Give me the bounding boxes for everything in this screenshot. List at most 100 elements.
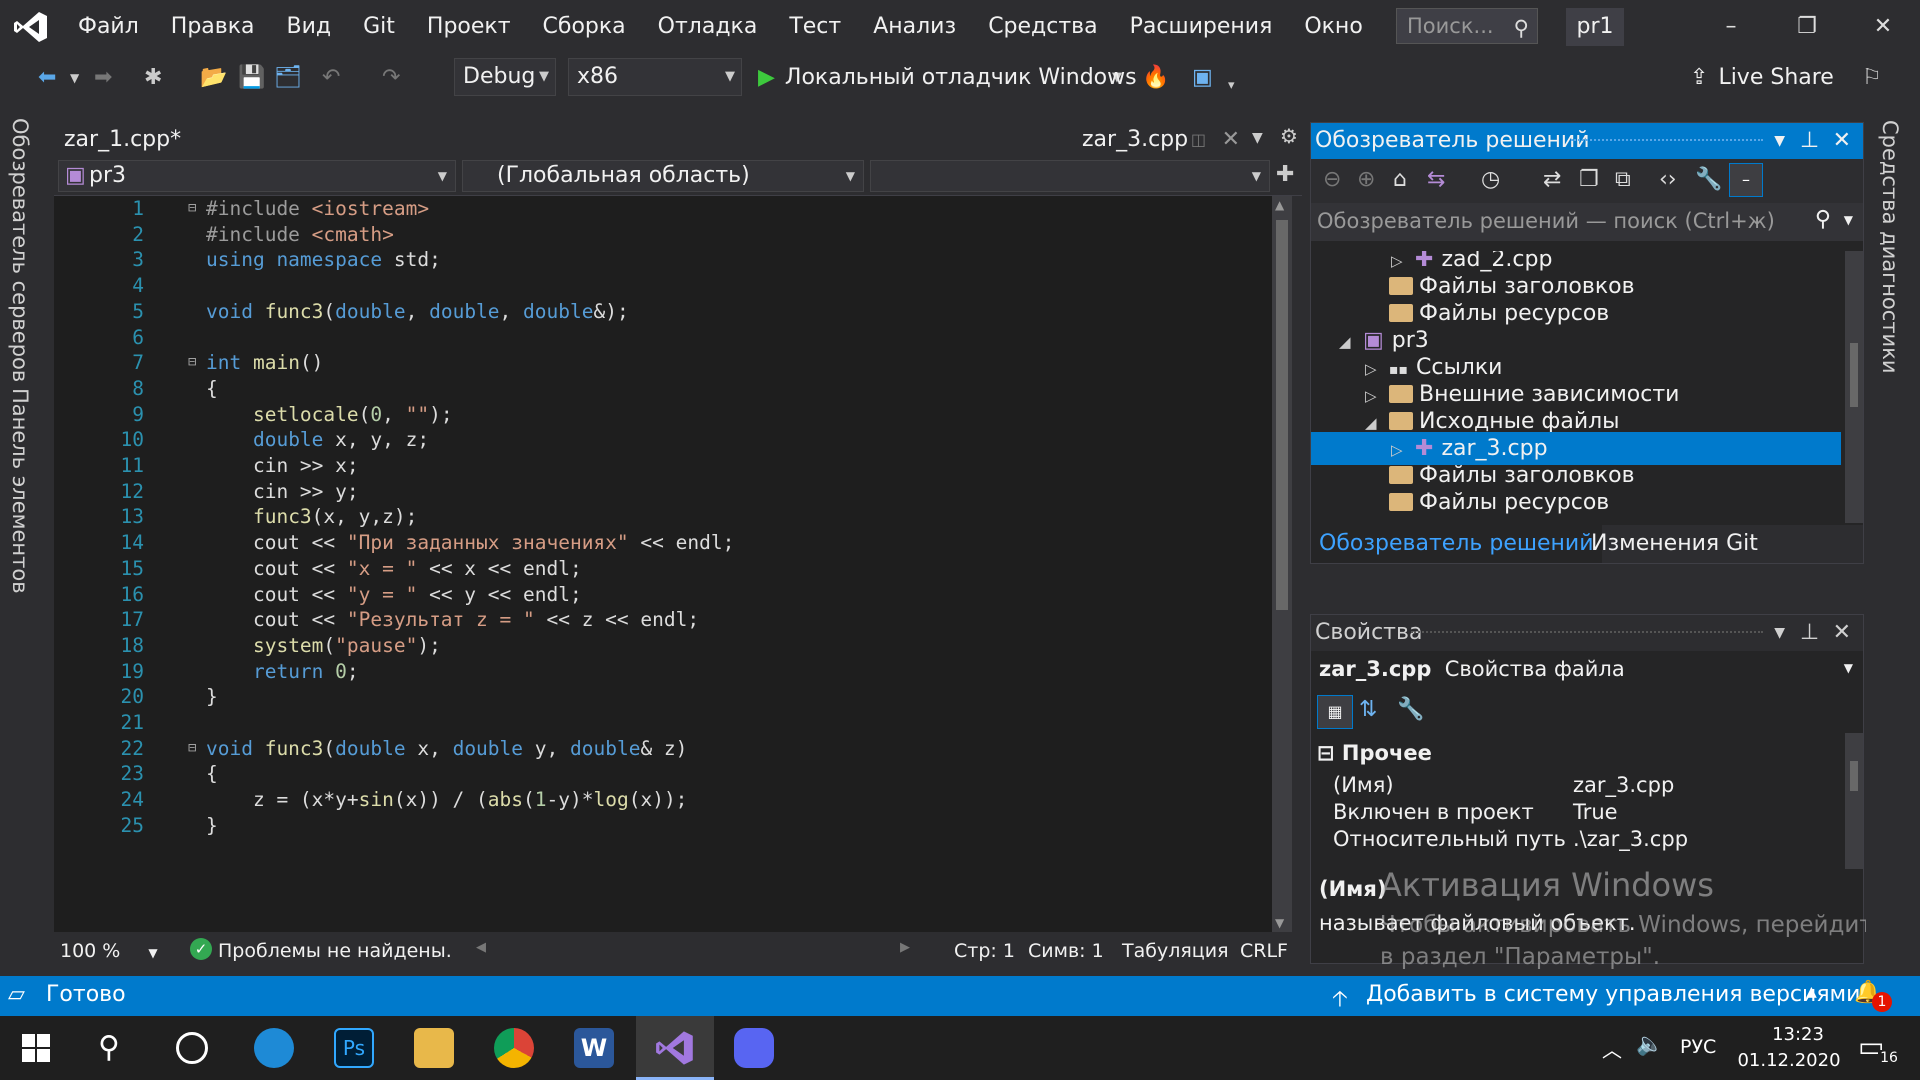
code-line[interactable]: 3 using namespace std; — [84, 247, 1272, 273]
property-value[interactable]: .\zar_3.cpp — [1573, 823, 1688, 856]
property-object-select[interactable]: zar_3.cpp Свойства файла ▼ — [1319, 657, 1857, 687]
zoom-select[interactable]: 100 % ▼ — [60, 940, 158, 962]
toolbar-overflow-icon[interactable]: ▾ — [1228, 72, 1235, 100]
eol-indicator[interactable]: CRLF — [1240, 940, 1288, 962]
tab-zar1[interactable]: zar_1.cpp* — [64, 122, 181, 158]
file-explorer-icon[interactable] — [414, 1028, 454, 1068]
clock-time[interactable]: 13:23 — [1758, 1024, 1838, 1045]
language-indicator[interactable]: РУС — [1680, 1036, 1716, 1058]
editor-scrollbar[interactable]: ▲ ▼ — [1272, 196, 1292, 932]
code-line[interactable]: 6 — [84, 325, 1272, 351]
toolbox-tab[interactable]: Панель элементов — [8, 388, 32, 594]
code-line[interactable]: 5 void func3(double, double, double&); — [84, 299, 1272, 325]
photoshop-icon[interactable]: Ps — [334, 1028, 374, 1068]
code-line[interactable]: 16 cout << "y = " << y << endl; — [84, 582, 1272, 608]
home-icon[interactable]: ⌂ — [1393, 167, 1407, 192]
code-line[interactable]: 2 #include <cmath> — [84, 222, 1272, 248]
menu-item-3[interactable]: Git — [347, 0, 411, 54]
code-line[interactable]: 1 ⊟ #include <iostream> — [84, 196, 1272, 222]
code-line[interactable]: 19 return 0; — [84, 659, 1272, 685]
tree-scrollbar[interactable] — [1845, 251, 1863, 523]
save-all-icon[interactable]: 🗂 — [274, 64, 302, 92]
categorized-icon[interactable]: ▦ — [1317, 695, 1353, 729]
code-line[interactable]: 23 { — [84, 761, 1272, 787]
code-line[interactable]: 12 cin >> y; — [84, 479, 1272, 505]
code-line[interactable]: 14 cout << "При заданных значениях" << e… — [84, 530, 1272, 556]
close-button[interactable]: ✕ — [1852, 0, 1914, 54]
history-icon[interactable]: ◷ — [1481, 167, 1500, 192]
menu-item-1[interactable]: Правка — [155, 0, 271, 54]
code-line[interactable]: 21 — [84, 710, 1272, 736]
scope-combo[interactable]: (Глобальная область) ▼ — [462, 160, 864, 192]
scroll-down-icon[interactable]: ▼ — [1275, 916, 1284, 930]
search-options-icon[interactable]: ▼ — [1844, 213, 1853, 227]
back-icon[interactable]: ⊖ — [1323, 167, 1341, 192]
clock-date[interactable]: 01.12.2020 — [1734, 1050, 1844, 1071]
collapse-icon[interactable]: ❐ — [1579, 167, 1599, 192]
undo-icon[interactable]: ↶ — [322, 64, 340, 92]
word-icon[interactable]: W — [574, 1028, 614, 1068]
tree-scroll-thumb[interactable] — [1850, 343, 1858, 407]
back-dropdown-icon[interactable]: ▼ — [70, 64, 79, 92]
close-tab-icon[interactable]: ✕ — [1222, 122, 1240, 158]
fold-toggle-icon[interactable]: ⊟ — [188, 736, 196, 762]
scroll-thumb[interactable] — [1276, 220, 1288, 610]
code-line[interactable]: 24 z = (x*y+sin(x)) / (abs(1-y)*log(x)); — [84, 787, 1272, 813]
menu-item-8[interactable]: Анализ — [857, 0, 972, 54]
code-line[interactable]: 9 setlocale(0, ""); — [84, 402, 1272, 428]
menu-item-10[interactable]: Расширения — [1114, 0, 1289, 54]
live-share-button[interactable]: ⇪ Live Share — [1690, 54, 1834, 102]
new-project-icon[interactable]: ✱ — [144, 64, 162, 92]
solution-search-input[interactable]: Обозреватель решений — поиск (Ctrl+ж) ⚲ … — [1311, 203, 1863, 241]
problems-status[interactable]: Проблемы не найдены. — [218, 940, 452, 962]
vs-logo-icon[interactable] — [0, 0, 62, 54]
tray-chevron-icon[interactable]: ︿ — [1602, 1034, 1622, 1063]
discord-icon[interactable] — [734, 1028, 774, 1068]
code-line[interactable]: 17 cout << "Результат z = " << z << endl… — [84, 607, 1272, 633]
cortana-icon[interactable] — [176, 1032, 208, 1064]
scroll-up-icon[interactable]: ▲ — [1275, 198, 1284, 212]
code-line[interactable]: 8{ — [84, 376, 1272, 402]
forward-icon[interactable]: ⊕ — [1357, 167, 1375, 192]
hscroll-right-icon[interactable]: ▶ — [900, 940, 910, 955]
diagnostic-tools-tab[interactable]: Средства диагностики — [1878, 120, 1902, 374]
attach-icon[interactable]: 🔥 — [1142, 64, 1169, 92]
windows-start-icon[interactable] — [22, 1034, 50, 1062]
fold-toggle-icon[interactable]: ⊟ — [188, 350, 196, 376]
panel-menu-icon[interactable]: ▼ — [1774, 615, 1785, 651]
code-line[interactable]: 11 cin >> x; — [84, 453, 1272, 479]
properties-wrench-icon[interactable]: 🔧 — [1695, 167, 1722, 192]
close-panel-icon[interactable]: ✕ — [1833, 123, 1851, 159]
code-line[interactable]: 25} — [84, 813, 1272, 839]
restore-button[interactable]: ❐ — [1776, 0, 1838, 54]
indent-indicator[interactable]: Табуляция — [1122, 940, 1229, 962]
tab-list-icon[interactable]: ▼ — [1252, 130, 1263, 146]
tab-solution-explorer[interactable]: Обозреватель решений — [1311, 525, 1602, 563]
menu-item-0[interactable]: Файл — [62, 0, 155, 54]
vs-switch-icon[interactable]: ⇆ — [1427, 167, 1445, 192]
code-line[interactable]: 22 ⊟ void func3(double x, double y, double… — [84, 736, 1272, 762]
member-combo[interactable]: ▼ — [870, 160, 1270, 192]
menu-item-11[interactable]: Окно — [1288, 0, 1378, 54]
pin-icon[interactable]: ◫ — [1191, 122, 1206, 158]
screenshot-icon[interactable]: ▣ — [1192, 64, 1213, 92]
menu-item-4[interactable]: Проект — [411, 0, 527, 54]
props-scrollbar[interactable] — [1845, 733, 1863, 869]
code-line[interactable]: 13 func3(x, y,z); — [84, 504, 1272, 530]
tab-git-changes[interactable]: Изменения Git — [1583, 525, 1766, 563]
tab-zar3[interactable]: zar_3.cpp ◫ ✕ — [1070, 122, 1246, 158]
menu-item-6[interactable]: Отладка — [642, 0, 774, 54]
code-line[interactable]: 15 cout << "x = " << x << endl; — [84, 556, 1272, 582]
code-line[interactable]: 4 — [84, 273, 1272, 299]
hscroll-left-icon[interactable]: ◀ — [476, 940, 486, 955]
edge-icon[interactable] — [254, 1028, 294, 1068]
menu-item-5[interactable]: Сборка — [527, 0, 642, 54]
vs-taskbar-active[interactable] — [636, 1016, 714, 1080]
menu-item-9[interactable]: Средства — [972, 0, 1113, 54]
back-icon[interactable]: ⬅ — [38, 64, 56, 92]
redo-icon[interactable]: ↷ — [382, 64, 400, 92]
minimize-button[interactable]: – — [1700, 0, 1762, 54]
taskbar-search-icon[interactable]: ⚲ — [98, 1030, 120, 1065]
sync-icon[interactable]: ⇄ — [1543, 167, 1561, 192]
tree-item[interactable]: Файлы ресурсов — [1311, 486, 1841, 519]
